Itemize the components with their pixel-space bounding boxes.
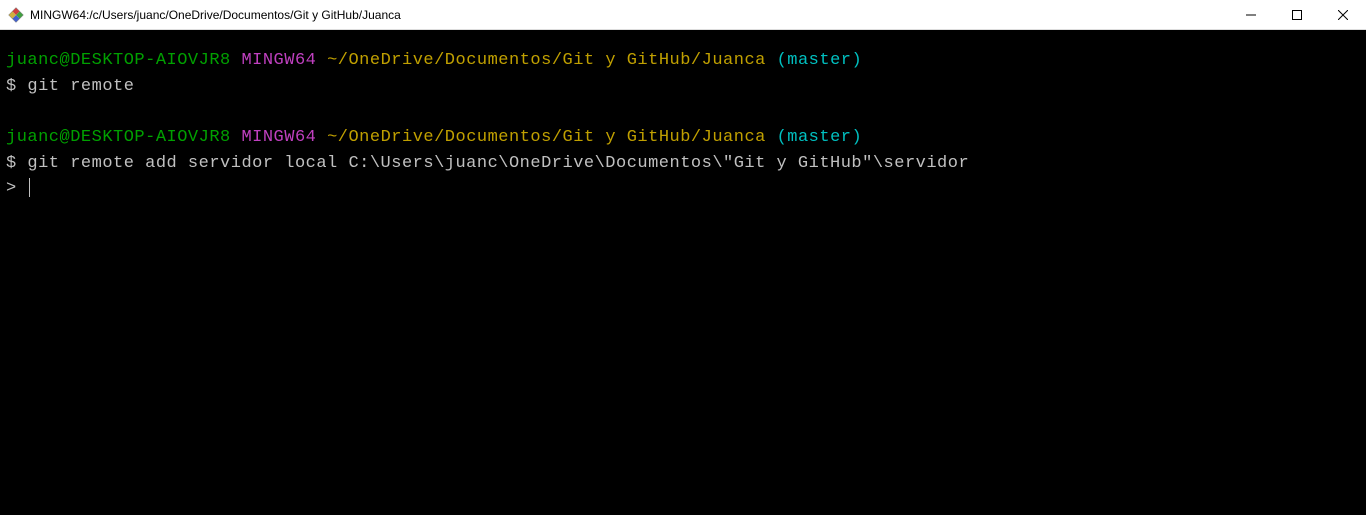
- cursor-icon: [29, 178, 30, 197]
- branch-label: (master): [777, 128, 863, 147]
- user-host: juanc@DESKTOP-AIOVJR8: [6, 128, 231, 147]
- prompt-symbol: $: [6, 77, 17, 96]
- close-button[interactable]: [1320, 0, 1366, 29]
- command-text: git remote add servidor local C:\Users\j…: [27, 154, 969, 173]
- terminal-area[interactable]: juanc@DESKTOP-AIOVJR8 MINGW64 ~/OneDrive…: [0, 30, 1366, 208]
- command-text: git remote: [27, 77, 134, 96]
- command-line: $ git remote add servidor local C:\Users…: [6, 151, 1360, 177]
- env-label: MINGW64: [241, 128, 316, 147]
- window-controls: [1228, 0, 1366, 29]
- command-line: $ git remote: [6, 74, 1360, 100]
- titlebar: MINGW64:/c/Users/juanc/OneDrive/Document…: [0, 0, 1366, 30]
- app-icon: [8, 7, 24, 23]
- continuation-line: >: [6, 176, 1360, 202]
- user-host: juanc@DESKTOP-AIOVJR8: [6, 51, 231, 70]
- path-label: ~/OneDrive/Documentos/Git y GitHub/Juanc…: [327, 51, 766, 70]
- prompt-line: juanc@DESKTOP-AIOVJR8 MINGW64 ~/OneDrive…: [6, 48, 1360, 74]
- prompt-symbol: $: [6, 154, 17, 173]
- maximize-button[interactable]: [1274, 0, 1320, 29]
- prompt-line: juanc@DESKTOP-AIOVJR8 MINGW64 ~/OneDrive…: [6, 125, 1360, 151]
- branch-label: (master): [777, 51, 863, 70]
- minimize-button[interactable]: [1228, 0, 1274, 29]
- continuation-symbol: >: [6, 179, 17, 198]
- blank-line: [6, 99, 1360, 125]
- titlebar-left: MINGW64:/c/Users/juanc/OneDrive/Document…: [8, 7, 401, 23]
- env-label: MINGW64: [241, 51, 316, 70]
- window-title: MINGW64:/c/Users/juanc/OneDrive/Document…: [30, 8, 401, 22]
- path-label: ~/OneDrive/Documentos/Git y GitHub/Juanc…: [327, 128, 766, 147]
